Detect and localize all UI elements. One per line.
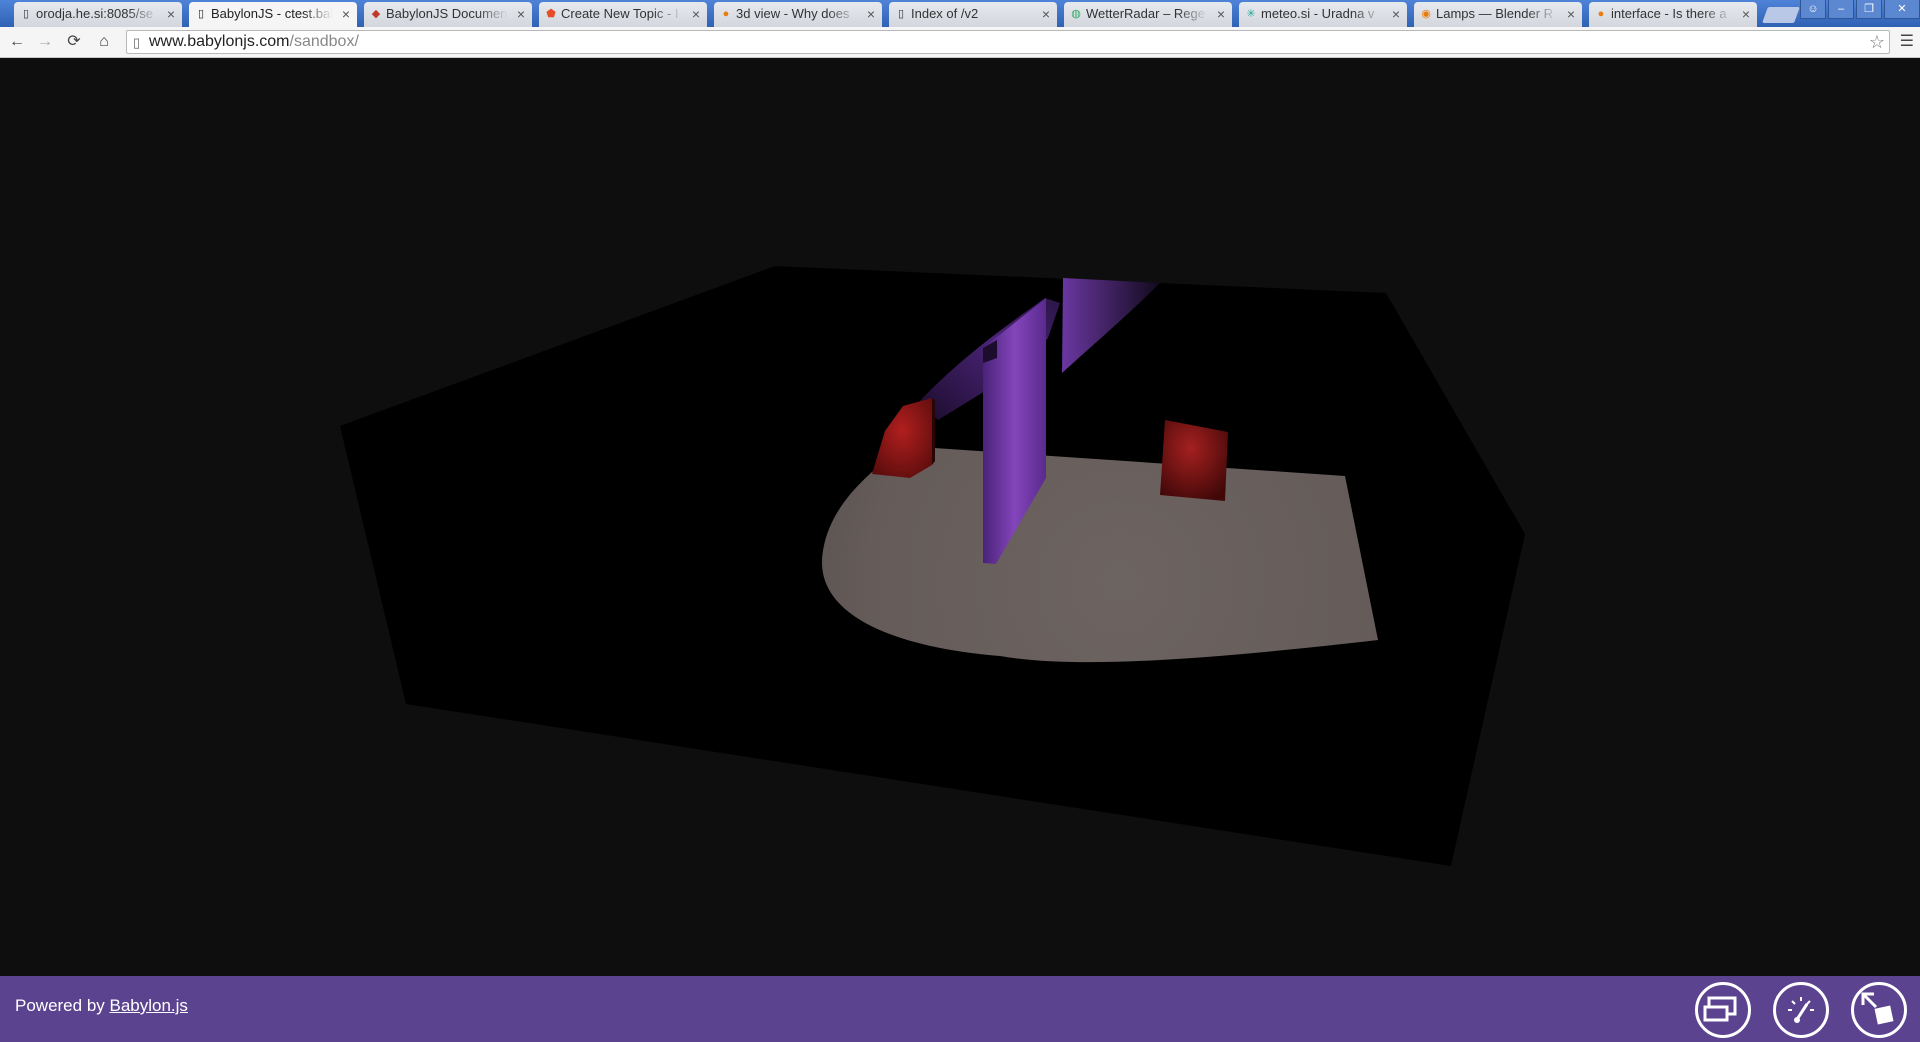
tab-title: interface - Is there a (1611, 6, 1727, 21)
reload-icon[interactable]: ⟳ (63, 31, 85, 53)
close-icon[interactable]: × (867, 2, 875, 26)
tab-title: BabylonJS Documen (386, 6, 508, 21)
powered-by-text: Powered by Babylon.js (15, 996, 188, 1015)
browser-window: ▯ orodja.he.si:8085/se × ▯ BabylonJS - c… (0, 0, 1920, 1042)
tab-babylonjs-sandbox[interactable]: ▯ BabylonJS - ctest.bal × (189, 2, 357, 27)
home-icon[interactable]: ⌂ (93, 31, 115, 53)
close-icon[interactable]: × (167, 2, 175, 26)
fullscreen-button[interactable] (1851, 982, 1907, 1038)
render-canvas[interactable] (0, 58, 1920, 976)
fps-meter-button[interactable] (1773, 982, 1829, 1038)
html5-icon: ⬟ (546, 8, 556, 20)
lit-floor (821, 446, 1378, 663)
blender-se-icon: ● (1597, 8, 1605, 20)
red-box-left-side (932, 398, 935, 465)
tab-create-new-topic[interactable]: ⬟ Create New Topic - I × (539, 2, 707, 27)
tab-strip: ▯ orodja.he.si:8085/se × ▯ BabylonJS - c… (0, 0, 1920, 27)
fps-meter-icon (1788, 997, 1814, 1023)
url-text: www.babylonjs.com/sandbox/ (149, 33, 359, 50)
window-controls: ☺ – ❐ ✕ (1798, 0, 1920, 22)
tab-interface[interactable]: ● interface - Is there a × (1589, 2, 1757, 27)
fullscreen-icon (1861, 992, 1894, 1025)
close-icon[interactable]: × (1217, 2, 1225, 26)
sandbox-footer: Powered by Babylon.js (0, 976, 1920, 1042)
restore-icon[interactable]: ❐ (1856, 0, 1882, 19)
tab-3d-view[interactable]: ● 3d view - Why does × (714, 2, 882, 27)
bookmark-star-icon[interactable]: ☆ (1869, 32, 1885, 52)
tab-title: orodja.he.si:8085/se (36, 6, 154, 21)
page-icon: ▯ (22, 8, 30, 20)
menu-icon[interactable]: ☰ (1900, 31, 1914, 53)
page-icon: ▯ (197, 8, 205, 20)
meteo-icon: ✳ (1246, 8, 1256, 20)
address-bar[interactable]: ▯ www.babylonjs.com/sandbox/ ☆ (126, 30, 1890, 54)
close-icon[interactable]: × (1042, 2, 1050, 26)
tab-meteo[interactable]: ✳ meteo.si - Uradna v × (1239, 2, 1407, 27)
red-box-right (1160, 420, 1228, 501)
new-tab-button[interactable] (1762, 7, 1800, 23)
debug-layer-icon (1703, 996, 1737, 1022)
close-icon[interactable]: × (692, 2, 700, 26)
tab-title: Create New Topic - I (561, 6, 679, 21)
blender-icon: ◉ (1421, 8, 1431, 20)
close-icon[interactable]: × (342, 2, 350, 26)
blender-se-icon: ● (722, 8, 730, 20)
forward-icon[interactable]: → (34, 31, 56, 53)
scene-render (340, 266, 1525, 866)
close-icon[interactable]: × (1742, 2, 1750, 26)
close-icon[interactable]: × (517, 2, 525, 26)
tab-lamps-blender[interactable]: ◉ Lamps — Blender R × (1414, 2, 1582, 27)
tab-title: Index of /v2 (911, 6, 979, 21)
tab-title: 3d view - Why does (736, 6, 850, 21)
back-icon[interactable]: ← (6, 31, 28, 53)
babylonjs-link[interactable]: Babylon.js (110, 996, 188, 1015)
tab-title: Lamps — Blender R (1436, 6, 1554, 21)
globe-icon: ◍ (1071, 8, 1081, 20)
minimize-icon[interactable]: – (1828, 0, 1854, 19)
browser-toolbar: ← → ⟳ ⌂ ▯ www.babylonjs.com/sandbox/ ☆ ☰ (0, 27, 1920, 58)
tab-title: meteo.si - Uradna v (1261, 6, 1375, 21)
page-icon: ▯ (897, 8, 905, 20)
tab-babylonjs-docs[interactable]: ◆ BabylonJS Documen × (364, 2, 532, 27)
tab-title: BabylonJS - ctest.bal (211, 6, 333, 21)
tab-wetterradar[interactable]: ◍ WetterRadar – Rege × (1064, 2, 1232, 27)
page-icon: ▯ (133, 35, 141, 50)
close-icon[interactable]: × (1567, 2, 1575, 26)
babylon-icon: ◆ (371, 8, 381, 20)
profile-icon[interactable]: ☺ (1800, 0, 1826, 19)
tab-orodja[interactable]: ▯ orodja.he.si:8085/se × (14, 2, 182, 27)
close-window-icon[interactable]: ✕ (1884, 0, 1920, 19)
tab-index-v2[interactable]: ▯ Index of /v2 × (889, 2, 1057, 27)
debug-layer-button[interactable] (1695, 982, 1751, 1038)
close-icon[interactable]: × (1392, 2, 1400, 26)
tab-title: WetterRadar – Rege (1086, 6, 1205, 21)
